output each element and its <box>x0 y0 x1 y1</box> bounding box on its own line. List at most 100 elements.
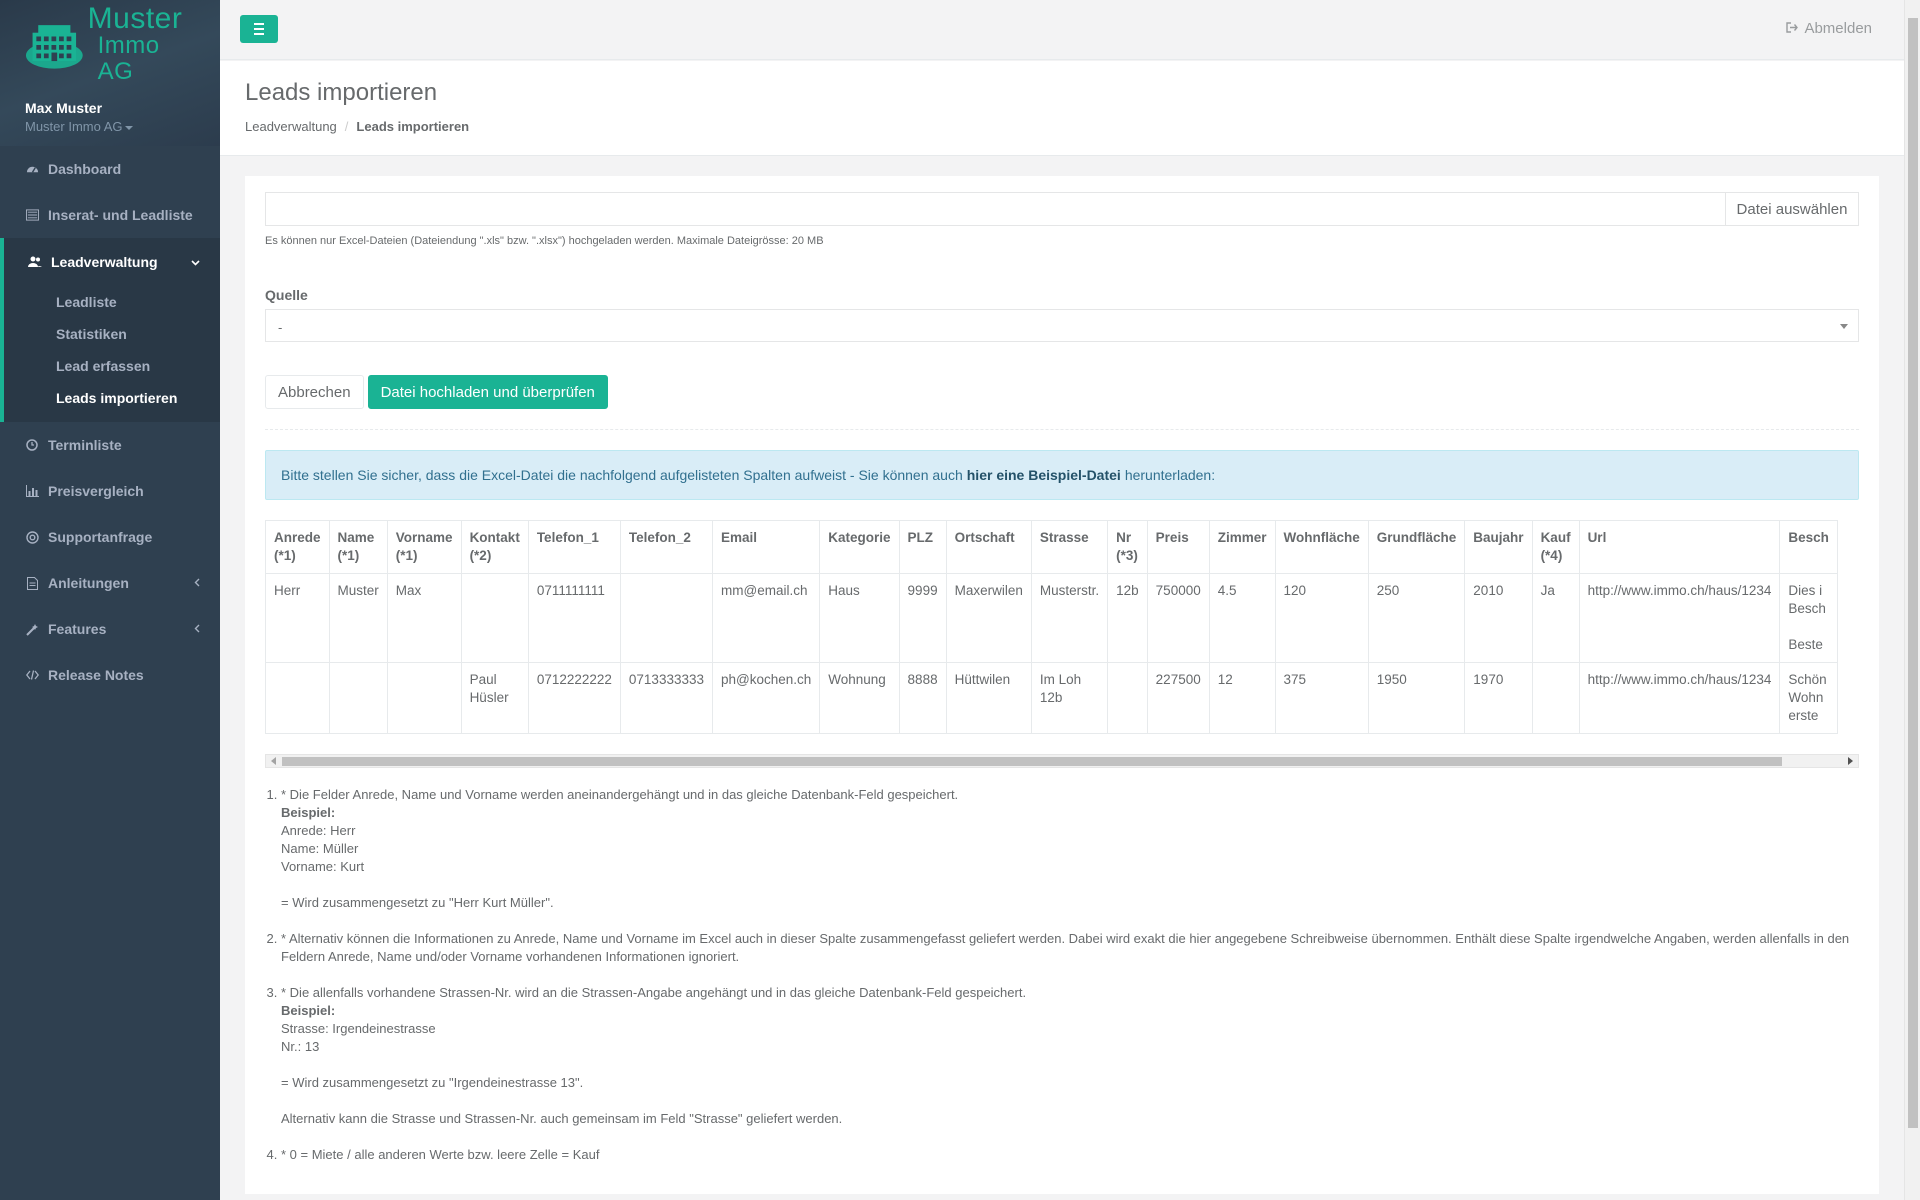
nav-terminliste[interactable]: Terminliste <box>0 422 220 468</box>
footnote-line: Anrede: Herr <box>281 823 356 838</box>
scroll-right-icon[interactable] <box>1848 757 1853 765</box>
chevron-down-icon <box>191 255 200 269</box>
source-label: Quelle <box>265 287 308 303</box>
scrollbar-thumb[interactable] <box>282 757 1782 766</box>
table-cell: Schön Wohn erste <box>1779 662 1838 734</box>
table-header-cell: Wohnfläche <box>1274 520 1369 574</box>
footnote-line: Nr.: 13 <box>281 1039 320 1054</box>
sub-leadliste[interactable]: Leadliste <box>4 286 220 318</box>
source-select[interactable]: - <box>265 309 1859 342</box>
footnote: * Die Felder Anrede, Name und Vorname we… <box>281 786 1859 912</box>
alert-text-end: herunterladen: <box>1124 467 1216 483</box>
table-cell: 8888 <box>898 662 947 734</box>
sample-file-link[interactable]: hier eine Beispiel-Datei <box>967 467 1121 483</box>
footnote-line: Vorname: Kurt <box>281 859 365 874</box>
brand-logo[interactable]: Muster Immo AG <box>25 4 195 85</box>
table-cell <box>1531 662 1580 734</box>
brand-line-1: Muster <box>87 2 183 35</box>
table-cell <box>386 662 462 734</box>
sub-leads-importieren[interactable]: Leads importieren <box>4 382 220 414</box>
chevron-left-icon <box>194 622 200 636</box>
footnote-line: Name: Müller <box>281 841 359 856</box>
nav-dashboard[interactable]: Dashboard <box>0 146 220 192</box>
upload-check-button[interactable]: Datei hochladen und überprüfen <box>367 375 608 409</box>
footnote: * 0 = Miete / alle anderen Werte bzw. le… <box>281 1146 1859 1164</box>
table-cell: 12 <box>1208 662 1276 734</box>
table-header-cell: Url <box>1578 520 1781 574</box>
file-name-input[interactable] <box>265 192 1725 226</box>
nav-anleitungen-label: Anleitungen <box>48 575 129 591</box>
footnotes-list: * Die Felder Anrede, Name und Vorname we… <box>265 786 1859 1164</box>
table-cell: 1950 <box>1367 662 1466 734</box>
action-buttons: Abbrechen Datei hochladen und überprüfen <box>265 375 1859 409</box>
top-navbar: Abmelden <box>220 0 1904 60</box>
sidebar: Muster Immo AG Max Muster Muster Immo AG… <box>0 0 220 1200</box>
nav-preisvergleich[interactable]: Preisvergleich <box>0 468 220 514</box>
table-cell: Haus <box>819 573 900 663</box>
table-header-cell: Zimmer <box>1208 520 1276 574</box>
table-header-cell: Strasse <box>1030 520 1109 574</box>
cancel-button[interactable]: Abbrechen <box>265 375 364 409</box>
table-cell: 250 <box>1367 573 1466 663</box>
table-cell: Im Loh 12b <box>1030 662 1109 734</box>
columns-table: Anrede (*1) Name (*1) Vorname (*1) Kontakt (*2)… <box>265 520 1838 734</box>
dashboard-icon <box>25 162 39 176</box>
table-header-cell: Besch <box>1779 520 1838 574</box>
file-upload-group: Datei auswählen <box>265 192 1859 226</box>
breadcrumb: Leadverwaltung / Leads importieren <box>245 119 1879 134</box>
table-header-cell: Baujahr <box>1464 520 1533 574</box>
horizontal-scrollbar[interactable] <box>265 754 1859 768</box>
table-cell <box>460 573 529 663</box>
nav-supportanfrage[interactable]: Supportanfrage <box>0 514 220 560</box>
nav-features[interactable]: Features <box>0 606 220 652</box>
table-cell: http://www.immo.ch/haus/1234 <box>1578 573 1781 663</box>
table-cell <box>619 573 714 663</box>
table-header-cell: Ortschaft <box>945 520 1032 574</box>
nav-leadverwaltung[interactable]: Leadverwaltung <box>4 238 220 286</box>
table-cell: Hüttwilen <box>945 662 1032 734</box>
page-vertical-scrollbar[interactable] <box>1904 0 1920 1200</box>
nav-inserat-leadliste[interactable]: Inserat- und Leadliste <box>0 192 220 238</box>
table-header-row: Anrede (*1) Name (*1) Vorname (*1) Kontakt (*2)… <box>265 520 1838 574</box>
nav-inserat-label: Inserat- und Leadliste <box>48 207 193 223</box>
table-cell: 0712222222 <box>527 662 621 734</box>
nav-anleitungen[interactable]: Anleitungen <box>0 560 220 606</box>
building-logo-icon <box>25 25 83 69</box>
breadcrumb-leadverwaltung[interactable]: Leadverwaltung <box>245 119 337 134</box>
table-cell: 0711111111 <box>527 573 621 663</box>
logout-link[interactable]: Abmelden <box>1786 20 1872 37</box>
table-cell: 4.5 <box>1208 573 1276 663</box>
table-cell: Dies i Besch Beste <box>1779 573 1838 663</box>
nav-features-label: Features <box>48 621 107 637</box>
choose-file-button[interactable]: Datei auswählen <box>1725 192 1859 226</box>
table-cell: Wohnung <box>819 662 900 734</box>
table-cell: Ja <box>1531 573 1580 663</box>
scroll-left-icon[interactable] <box>271 757 276 765</box>
page-scrollbar-thumb[interactable] <box>1908 18 1918 1128</box>
table-header-cell: Name (*1) <box>328 520 388 574</box>
footnote-line: * Die Felder Anrede, Name und Vorname we… <box>281 787 959 802</box>
company-dropdown[interactable]: Muster Immo AG <box>25 119 195 134</box>
sub-statistiken[interactable]: Statistiken <box>4 318 220 350</box>
hamburger-icon <box>254 23 264 25</box>
sub-lead-erfassen[interactable]: Lead erfassen <box>4 350 220 382</box>
footnote-line <box>281 1056 1859 1074</box>
table-header-cell: Vorname (*1) <box>386 520 462 574</box>
chevron-left-icon <box>194 576 200 590</box>
hamburger-icon-bar <box>254 28 264 30</box>
footnote-line: Alternativ kann die Strasse und Strassen… <box>281 1111 843 1126</box>
table-header-cell: Preis <box>1146 520 1210 574</box>
table-row: Herr Muster Max 0711111111 mm@email.ch Haus 99… <box>265 573 1838 663</box>
divider <box>265 429 1859 430</box>
table-cell: Paul Hüsler <box>460 662 529 734</box>
nav-release-notes[interactable]: Release Notes <box>0 652 220 698</box>
table-cell: http://www.immo.ch/haus/1234 <box>1578 662 1781 734</box>
columns-table-wrapper[interactable]: Anrede (*1) Name (*1) Vorname (*1) Kontakt (*2)… <box>265 520 1859 734</box>
menu-toggle-button[interactable] <box>240 15 278 43</box>
table-header-cell: Kontakt (*2) <box>460 520 529 574</box>
table-body: Herr Muster Max 0711111111 mm@email.ch Haus 99… <box>265 573 1838 734</box>
alert-text: Bitte stellen Sie sicher, dass die Excel… <box>281 467 963 483</box>
table-header-cell: Telefon_1 <box>527 520 621 574</box>
nav-terminliste-label: Terminliste <box>48 437 122 453</box>
clock-icon <box>25 438 39 452</box>
